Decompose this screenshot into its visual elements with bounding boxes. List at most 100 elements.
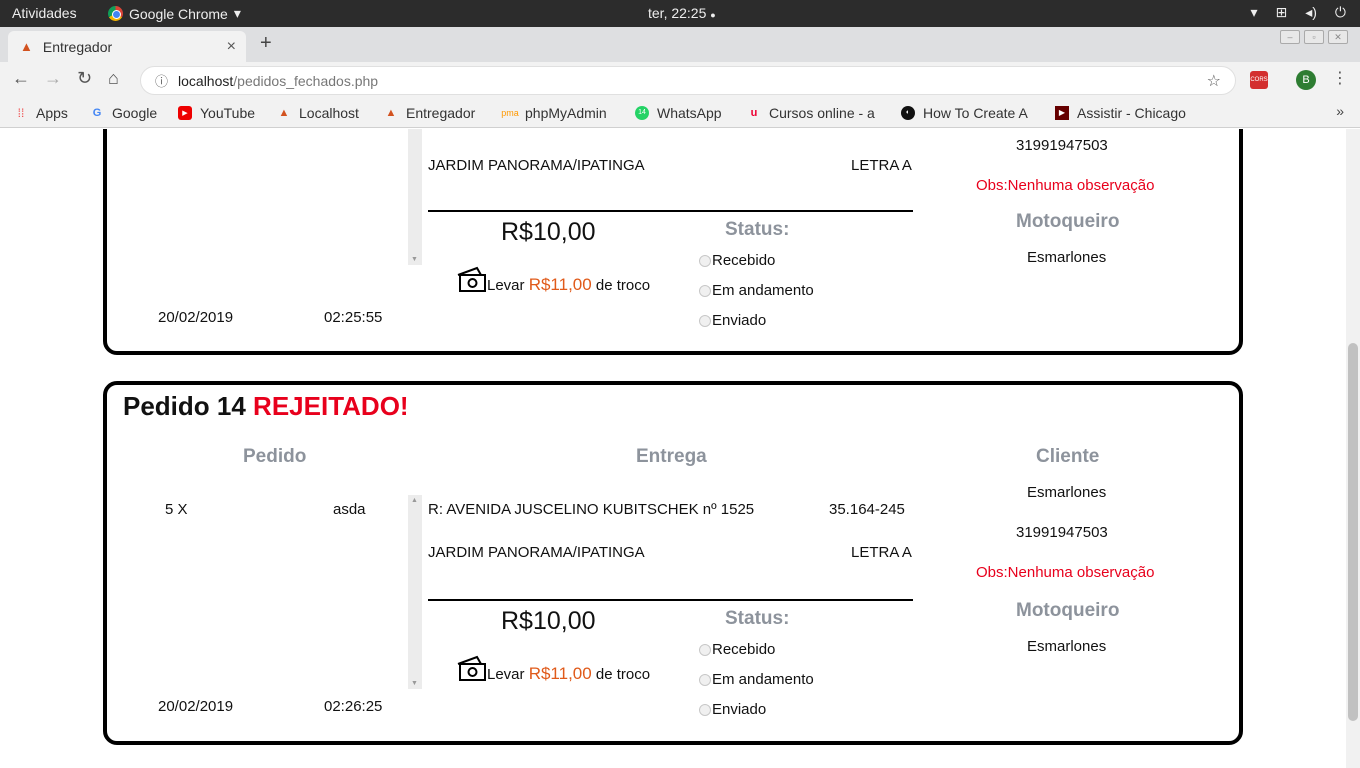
radio-dot[interactable]	[699, 284, 711, 297]
bookmarks-bar: ⁞⁞ Apps G Google ▶ YouTube ▲ Localhost ▲…	[0, 98, 1360, 128]
system-tray[interactable]: ▾ ⊞ ◂) ⏻	[1250, 4, 1346, 21]
url-path: /pedidos_fechados.php	[233, 72, 379, 89]
activities-button[interactable]: Atividades	[12, 5, 77, 21]
status-header: Status:	[725, 219, 790, 240]
status-radio-recebido[interactable]: Recebido	[699, 252, 775, 269]
entrega-scroll-box[interactable]: ▼	[408, 129, 422, 265]
new-tab-button[interactable]: +	[260, 32, 272, 55]
status-radio-em-andamento[interactable]: Em andamento	[699, 282, 814, 299]
radio-dot[interactable]	[699, 254, 711, 267]
item-quantity: 5 X	[165, 501, 188, 518]
app-menu[interactable]: Google Chrome ▾	[108, 5, 241, 22]
entrega-scroll-box[interactable]: ▲ ▼	[408, 495, 422, 689]
youtube-icon: ▶	[178, 105, 192, 120]
chevron-down-icon[interactable]: ▾	[1250, 4, 1257, 21]
back-arrow-icon[interactable]: ←	[12, 68, 30, 89]
forward-arrow-icon[interactable]: →	[44, 68, 62, 89]
bookmark-assistir[interactable]: ▶ Assistir - Chicago	[1055, 105, 1195, 121]
url-host: localhost	[178, 72, 234, 89]
radio-label: Em andamento	[712, 671, 814, 688]
status-radio-recebido[interactable]: Recebido	[699, 641, 775, 658]
cliente-header: Cliente	[1036, 446, 1100, 467]
bookmark-whatsapp[interactable]: 14 WhatsApp	[635, 105, 722, 121]
radio-dot[interactable]	[699, 703, 711, 716]
courier-header: Motoqueiro	[1016, 600, 1120, 621]
order-card: ▼ JARDIM PANORAMA/IPATINGA LETRA A 31991…	[103, 129, 1243, 355]
close-icon[interactable]: ×	[227, 38, 236, 56]
bookmark-entregador[interactable]: ▲ Entregador	[384, 105, 476, 121]
more-bookmarks-icon[interactable]: »	[1336, 103, 1344, 119]
tab-strip: ▲ Entregador × + – ▫ ✕	[0, 27, 1360, 62]
volume-icon[interactable]: ◂)	[1305, 4, 1317, 21]
change-value: R$11,00	[528, 664, 592, 683]
radio-dot[interactable]	[699, 643, 711, 656]
bookmark-howto[interactable]: ◐ How To Create A	[901, 105, 1039, 121]
home-icon[interactable]: ⌂	[108, 68, 119, 89]
power-icon[interactable]: ⏻	[1335, 4, 1346, 21]
order-price: R$10,00	[501, 607, 596, 635]
whatsapp-icon: 14	[635, 105, 649, 120]
change-value: R$11,00	[528, 275, 592, 294]
info-icon[interactable]: ⓘ	[155, 71, 168, 90]
bookmark-phpmyadmin[interactable]: pma phpMyAdmin	[501, 105, 606, 121]
address-line-2: JARDIM PANORAMA/IPATINGA	[428, 544, 645, 561]
order-price: R$10,00	[501, 218, 596, 246]
page-scrollbar[interactable]	[1346, 129, 1360, 768]
maximize-icon[interactable]: ▫	[1304, 30, 1324, 44]
scroll-up-icon[interactable]: ▲	[411, 497, 418, 504]
change-note: Levar R$11,00 de troco	[487, 275, 650, 295]
cash-icon	[457, 655, 486, 681]
status-radio-enviado[interactable]: Enviado	[699, 312, 766, 329]
divider	[428, 210, 913, 212]
bookmark-label: WhatsApp	[657, 104, 722, 121]
scrollbar-thumb[interactable]	[1348, 343, 1358, 721]
scroll-down-icon[interactable]: ▼	[411, 256, 418, 263]
page-content: ▼ JARDIM PANORAMA/IPATINGA LETRA A 31991…	[0, 129, 1346, 768]
courier-header: Motoqueiro	[1016, 211, 1120, 232]
clock[interactable]: ter, 22:25 ●	[648, 5, 716, 21]
bookmark-localhost[interactable]: ▲ Localhost	[277, 105, 359, 121]
courier-name: Esmarlones	[1027, 638, 1107, 655]
bookmark-star-icon[interactable]: ☆	[1207, 71, 1221, 91]
tab-entregador[interactable]: ▲ Entregador ×	[8, 31, 246, 62]
change-prefix: Levar	[487, 666, 529, 683]
order-date: 20/02/2019	[158, 698, 234, 715]
change-prefix: Levar	[487, 277, 529, 294]
bookmark-youtube[interactable]: ▶ YouTube	[178, 105, 255, 121]
more-menu-icon[interactable]: ⋮	[1332, 68, 1348, 88]
app-name: Google Chrome	[129, 5, 228, 22]
address-line-2: JARDIM PANORAMA/IPATINGA	[428, 157, 645, 174]
radio-dot[interactable]	[699, 673, 711, 686]
bookmark-cursos[interactable]: u Cursos online - a	[747, 105, 885, 121]
order-number: Pedido 14	[123, 391, 254, 421]
radio-label: Em andamento	[712, 282, 814, 299]
bookmark-google[interactable]: G Google	[90, 105, 157, 121]
order-time: 02:26:25	[324, 698, 383, 715]
notification-dot-icon: ●	[710, 10, 716, 20]
radio-dot[interactable]	[699, 314, 711, 327]
minimize-icon[interactable]: –	[1280, 30, 1300, 44]
radio-label: Enviado	[712, 312, 767, 329]
order-title: Pedido 14 REJEITADO!	[123, 391, 409, 422]
bookmark-label: Google	[112, 104, 158, 121]
localhost-icon: ▲	[278, 106, 290, 119]
status-radio-enviado[interactable]: Enviado	[699, 701, 766, 718]
chevron-down-icon: ▾	[233, 5, 241, 21]
window-controls: – ▫ ✕	[1280, 30, 1348, 44]
apps-grid-icon: ⁞⁞	[17, 105, 25, 120]
change-suffix: de troco	[591, 666, 651, 683]
profile-avatar[interactable]: B	[1296, 70, 1316, 90]
network-icon[interactable]: ⊞	[1275, 4, 1287, 21]
cors-extension-icon[interactable]: CORS	[1250, 71, 1268, 89]
clock-text: ter, 22:25	[648, 5, 707, 21]
status-radio-em-andamento[interactable]: Em andamento	[699, 671, 814, 688]
phpmyadmin-icon: pma	[501, 107, 519, 118]
cash-icon	[457, 266, 486, 292]
address-bar[interactable]: ⓘ localhost /pedidos_fechados.php ☆	[140, 66, 1236, 95]
reload-icon[interactable]: ↻	[77, 68, 92, 89]
scroll-down-icon[interactable]: ▼	[411, 680, 418, 687]
bookmark-apps[interactable]: ⁞⁞ Apps	[14, 105, 68, 121]
bookmark-label: YouTube	[200, 104, 256, 121]
close-window-icon[interactable]: ✕	[1328, 30, 1348, 44]
bookmark-label: How To Create A	[923, 104, 1028, 121]
